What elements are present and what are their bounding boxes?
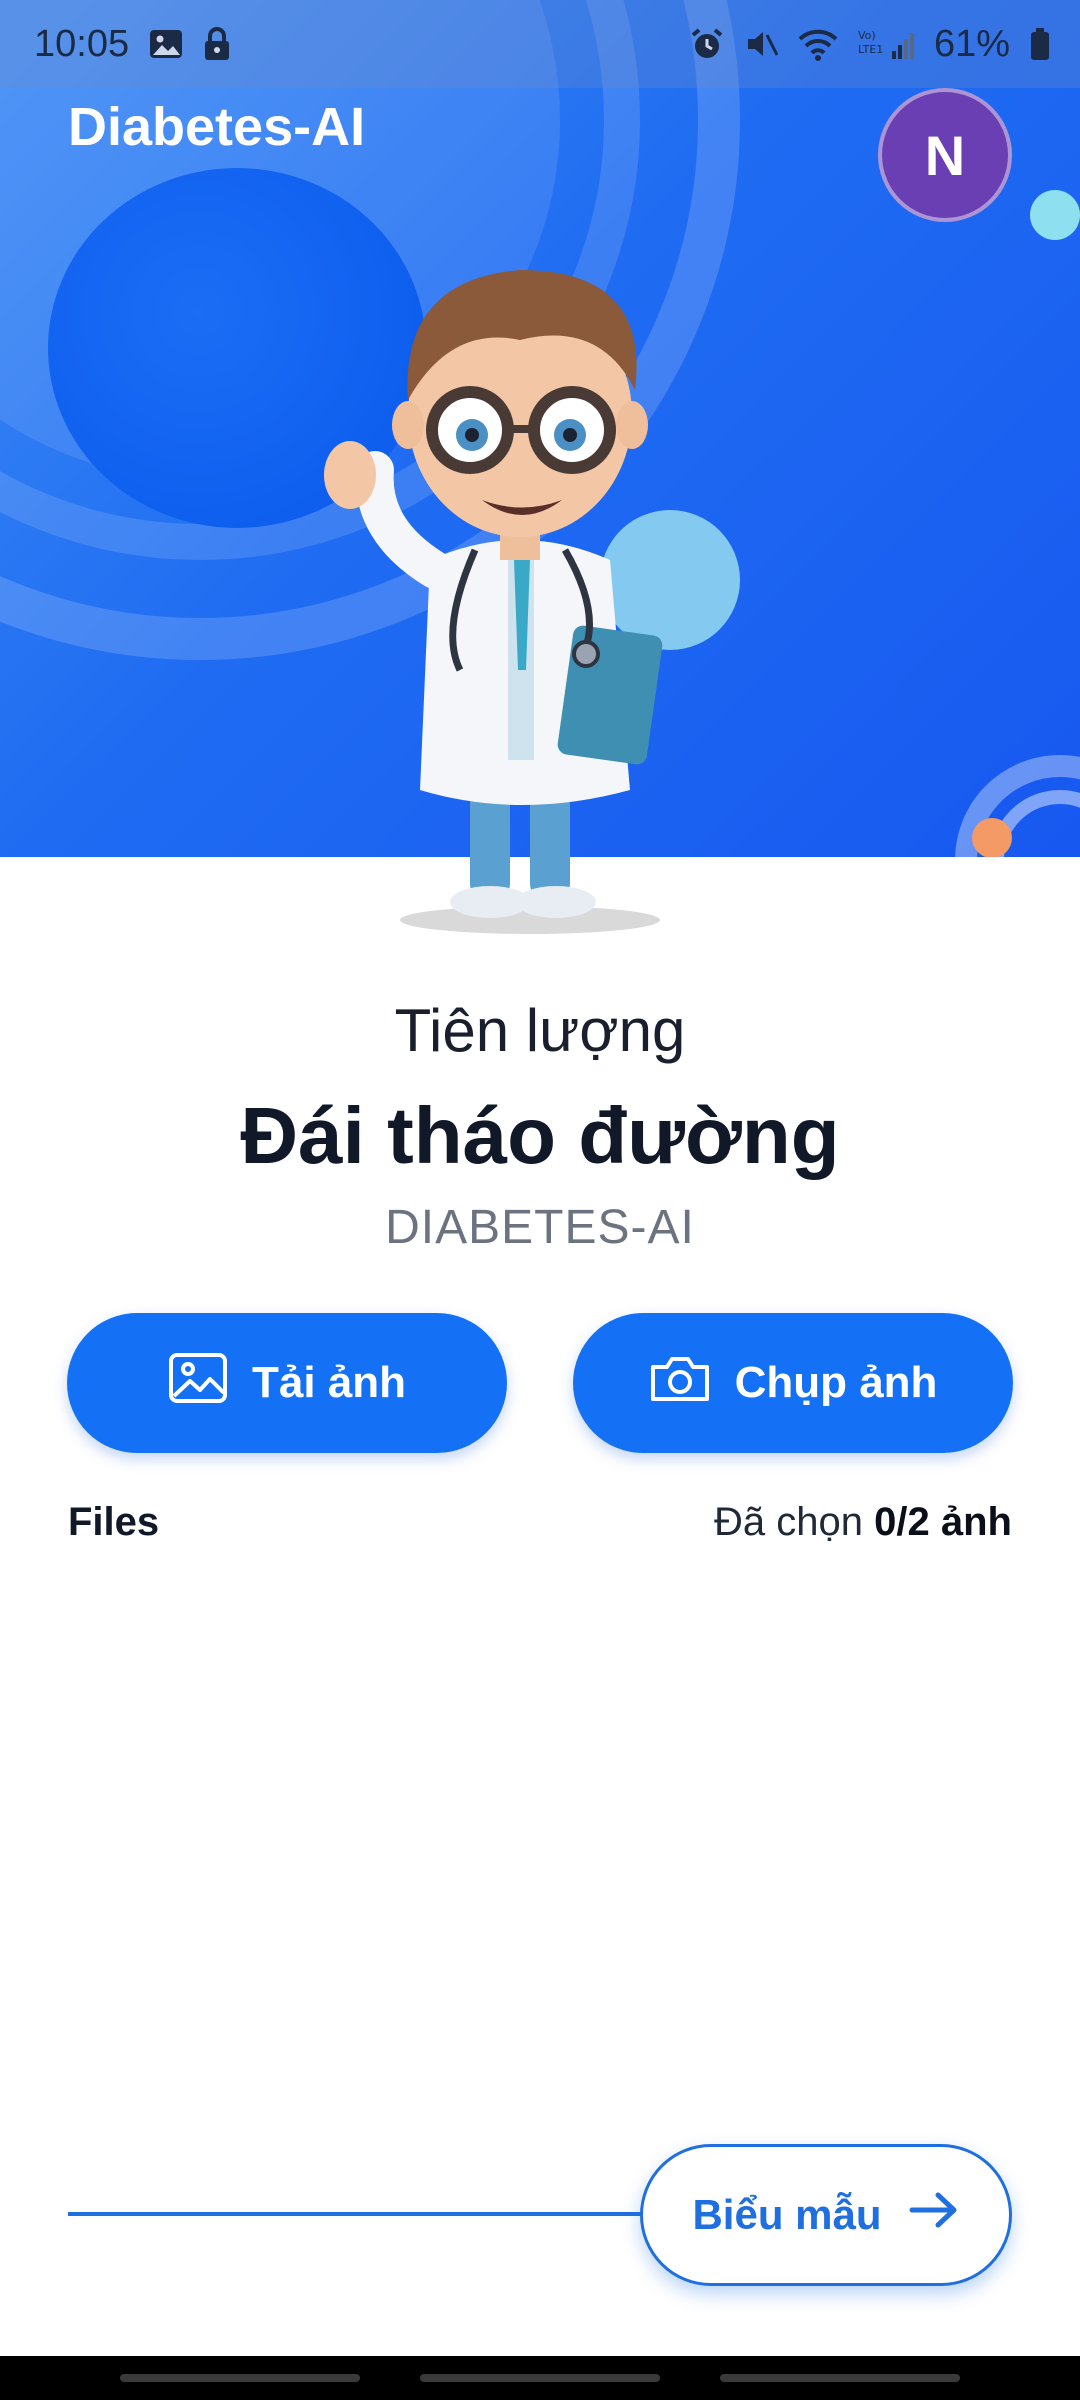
avatar[interactable]: N	[878, 88, 1012, 222]
files-header: Files Đã chọn 0/2 ảnh	[68, 1500, 1012, 1545]
nav-recents[interactable]	[120, 2374, 360, 2382]
battery-icon	[1030, 27, 1050, 61]
wifi-icon	[798, 27, 838, 61]
selected-count: 0/2 ảnh	[874, 1500, 1012, 1544]
form-button[interactable]: Biểu mẫu	[640, 2144, 1012, 2286]
svg-text:Vo): Vo)	[858, 29, 876, 42]
image-upload-icon	[168, 1352, 228, 1415]
signal-icon: Vo) LTE1	[858, 27, 914, 61]
selected-count-info: Đã chọn 0/2 ảnh	[714, 1500, 1012, 1545]
progress-line	[68, 2212, 648, 2216]
svg-text:LTE1: LTE1	[858, 43, 883, 56]
nav-back[interactable]	[720, 2374, 960, 2382]
take-photo-label: Chụp ảnh	[734, 1358, 938, 1407]
mute-icon	[744, 27, 778, 61]
selected-prefix: Đã chọn	[714, 1500, 875, 1544]
take-photo-button[interactable]: Chụp ảnh	[573, 1313, 1013, 1453]
upload-image-label: Tải ảnh	[251, 1358, 407, 1407]
arrow-right-icon	[908, 2190, 960, 2240]
headline-title: Đái tháo đường	[240, 1091, 840, 1180]
alarm-icon	[690, 27, 724, 61]
form-label: Biểu mẫu	[692, 2191, 882, 2238]
decor-dot	[972, 818, 1012, 857]
doctor-illustration	[324, 270, 663, 934]
image-status-icon	[149, 29, 183, 59]
app-title: Diabetes-AI	[68, 97, 366, 157]
system-nav-bar	[0, 2356, 1080, 2400]
headline-brand: DIABETES-AI	[385, 1201, 695, 1254]
upload-image-button[interactable]: Tải ảnh	[67, 1313, 507, 1453]
battery-percent: 61%	[933, 22, 1010, 65]
status-time: 10:05	[34, 22, 130, 65]
decor-bubble	[1030, 190, 1080, 240]
nav-home[interactable]	[420, 2374, 660, 2382]
files-label: Files	[68, 1500, 160, 1544]
camera-icon	[649, 1353, 711, 1414]
lock-icon	[203, 27, 231, 61]
status-bar: 10:05 Vo) LTE1 61%	[0, 0, 1080, 88]
headline-prognosis: Tiên lượng	[394, 997, 686, 1064]
